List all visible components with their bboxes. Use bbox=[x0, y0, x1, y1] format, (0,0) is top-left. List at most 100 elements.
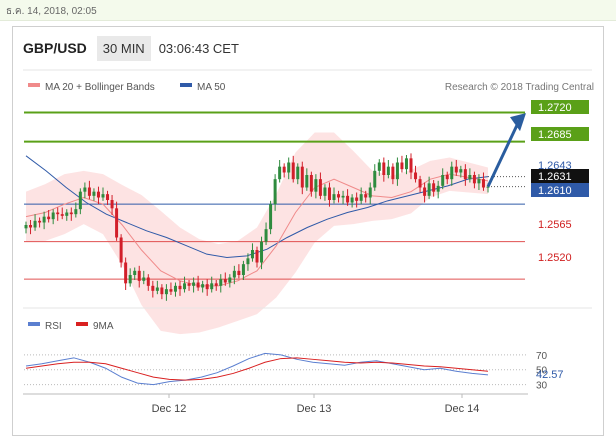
candle-body-16 bbox=[96, 191, 100, 198]
candle-body-12 bbox=[78, 191, 82, 210]
candle-body-91 bbox=[436, 185, 440, 192]
candle-body-5 bbox=[47, 216, 51, 220]
candle-body-26 bbox=[142, 277, 146, 281]
level-label-4: 1.2610 bbox=[538, 185, 572, 197]
candle-body-75 bbox=[364, 194, 368, 198]
candle-body-47 bbox=[237, 270, 241, 275]
candle-body-50 bbox=[250, 250, 254, 259]
candle-body-43 bbox=[219, 279, 223, 286]
forecast-arrow bbox=[486, 113, 526, 188]
candle-body-32 bbox=[169, 289, 173, 292]
level-label-1: 1.2685 bbox=[538, 129, 572, 141]
candle-body-6 bbox=[51, 212, 55, 220]
candle-body-37 bbox=[192, 282, 196, 286]
candle-body-51 bbox=[255, 250, 259, 263]
candle-body-2 bbox=[33, 220, 37, 228]
forecast-arrow-shaft bbox=[486, 124, 519, 188]
candle-body-81 bbox=[391, 166, 395, 180]
level-label-3: 1.2631 bbox=[538, 171, 572, 183]
x-axis-ticks: Dec 12 Dec 13 Dec 14 bbox=[152, 394, 480, 415]
candle-body-49 bbox=[246, 258, 250, 265]
candle-body-3 bbox=[38, 220, 42, 223]
candle-body-77 bbox=[373, 170, 377, 188]
rsi-ma-legend-swatch bbox=[76, 322, 88, 326]
candle-body-63 bbox=[309, 175, 313, 192]
candle-body-46 bbox=[232, 270, 236, 278]
level-label-6: 1.2520 bbox=[538, 252, 572, 264]
candle-body-60 bbox=[296, 166, 300, 180]
forecast-arrow-head bbox=[510, 113, 526, 132]
candle-body-19 bbox=[110, 200, 114, 209]
rsi-plot: 70503042.57 bbox=[24, 351, 564, 392]
x-tick-label-2: Dec 14 bbox=[445, 403, 480, 415]
candle-body-52 bbox=[260, 241, 264, 263]
candle-body-53 bbox=[264, 229, 268, 242]
rsi-legend-swatch bbox=[28, 322, 40, 326]
x-tick-label-0: Dec 12 bbox=[152, 403, 187, 415]
candle-body-10 bbox=[69, 212, 73, 215]
candle-body-20 bbox=[115, 208, 119, 238]
candle-body-88 bbox=[423, 187, 427, 196]
candle-body-34 bbox=[178, 285, 182, 290]
candle-body-78 bbox=[377, 162, 381, 171]
candle-body-72 bbox=[350, 197, 354, 203]
candle-body-42 bbox=[214, 283, 218, 286]
candle-body-36 bbox=[187, 283, 191, 286]
candle-body-84 bbox=[404, 158, 408, 170]
candle-body-71 bbox=[346, 195, 350, 203]
candle-body-69 bbox=[337, 194, 341, 198]
level-label-5: 1.2565 bbox=[538, 219, 572, 231]
candle-body-18 bbox=[106, 194, 110, 200]
candle-body-67 bbox=[327, 187, 331, 200]
rsi-line bbox=[25, 352, 489, 386]
candle-body-92 bbox=[441, 175, 445, 186]
candle-body-28 bbox=[151, 285, 155, 291]
rsi-tick-70: 70 bbox=[536, 351, 548, 362]
candle-body-89 bbox=[427, 183, 431, 196]
candle-body-40 bbox=[205, 284, 209, 290]
candle-body-73 bbox=[355, 197, 359, 201]
ma50-legend-swatch bbox=[180, 83, 192, 87]
bollinger-band-area bbox=[26, 132, 488, 335]
rsi-tick-30: 30 bbox=[536, 381, 548, 392]
candle-body-1 bbox=[29, 225, 33, 228]
credit-text: Research © 2018 Trading Central bbox=[445, 82, 594, 93]
candle-body-31 bbox=[164, 289, 168, 295]
candle-body-64 bbox=[314, 179, 318, 192]
candle-body-41 bbox=[210, 283, 214, 290]
candle-body-57 bbox=[282, 166, 286, 173]
level-labels: 1.27201.26851.26431.26311.26101.25651.25… bbox=[531, 100, 589, 264]
candle-body-82 bbox=[395, 162, 399, 180]
candle-body-48 bbox=[241, 264, 245, 275]
candle-body-30 bbox=[160, 287, 164, 295]
ma20-legend-label: MA 20 + Bollinger Bands bbox=[45, 82, 155, 93]
candle-body-35 bbox=[183, 283, 187, 290]
candle-body-0 bbox=[24, 225, 28, 229]
candle-body-70 bbox=[341, 195, 345, 198]
candle-body-100 bbox=[477, 179, 481, 184]
rsi-ma-legend-label: 9MA bbox=[93, 321, 114, 332]
candle-body-24 bbox=[133, 270, 137, 275]
candle-body-44 bbox=[223, 279, 227, 283]
ma20-legend-swatch bbox=[28, 83, 40, 87]
candle-body-23 bbox=[128, 275, 132, 284]
candle-body-15 bbox=[92, 191, 96, 196]
candle-body-17 bbox=[101, 194, 105, 198]
candle-body-68 bbox=[332, 194, 336, 200]
candle-body-29 bbox=[155, 287, 159, 291]
candle-body-9 bbox=[65, 212, 69, 216]
candle-body-8 bbox=[60, 214, 64, 216]
candle-body-4 bbox=[42, 216, 46, 223]
candle-body-55 bbox=[273, 179, 277, 205]
candle-body-7 bbox=[56, 212, 60, 215]
candle-body-54 bbox=[269, 204, 273, 230]
candle-body-80 bbox=[386, 166, 390, 175]
candle-body-87 bbox=[418, 179, 422, 188]
bollinger-band bbox=[26, 132, 488, 335]
candle-body-13 bbox=[83, 187, 87, 192]
candle-body-94 bbox=[450, 166, 454, 180]
candle-body-45 bbox=[228, 277, 232, 283]
candle-body-97 bbox=[463, 169, 467, 180]
candle-body-98 bbox=[468, 175, 472, 180]
candle-body-61 bbox=[300, 166, 304, 188]
